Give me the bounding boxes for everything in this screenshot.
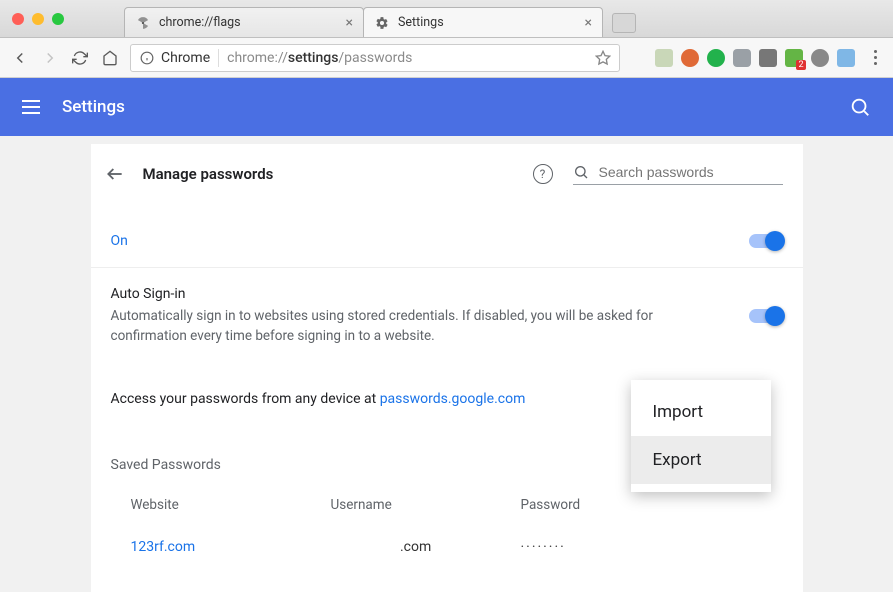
auto-signin-row: Auto Sign-in Automatically sign in to we… — [91, 267, 803, 365]
tab-title: chrome://flags — [159, 15, 241, 30]
search-passwords-field[interactable] — [573, 162, 783, 185]
extension-icon[interactable] — [655, 49, 673, 67]
radioactive-icon — [135, 15, 151, 31]
gear-icon — [374, 15, 390, 31]
content-area: Manage passwords ? On Auto Sign-in Autom… — [0, 136, 893, 592]
settings-card: Manage passwords ? On Auto Sign-in Autom… — [91, 144, 803, 592]
extension-icon[interactable] — [759, 49, 777, 67]
close-tab-icon[interactable]: × — [585, 15, 592, 31]
passwords-on-row: On — [91, 203, 803, 267]
row-website[interactable]: 123rf.com — [131, 539, 331, 555]
tab-title: Settings — [398, 15, 444, 30]
omnibox-path-prefix: chrome:// — [227, 50, 288, 66]
omnibox-path-bold: settings — [288, 50, 339, 66]
address-bar[interactable]: Chrome chrome://settings/passwords — [130, 44, 620, 72]
auto-signin-toggle[interactable] — [749, 309, 783, 323]
info-icon — [139, 50, 155, 66]
extension-icons — [655, 49, 883, 67]
search-passwords-input[interactable] — [599, 164, 783, 180]
col-password: Password — [521, 497, 783, 513]
extension-icon[interactable] — [837, 49, 855, 67]
back-arrow-icon[interactable] — [105, 164, 125, 184]
new-tab-button[interactable] — [612, 13, 636, 33]
row-password: ········ — [521, 539, 783, 555]
settings-search-button[interactable] — [849, 96, 871, 118]
extension-icon[interactable] — [811, 49, 829, 67]
search-icon — [573, 164, 589, 180]
page-title: Manage passwords — [143, 165, 274, 183]
help-icon[interactable]: ? — [533, 164, 553, 184]
access-text: Access your passwords from any device at — [111, 391, 380, 407]
close-window-button[interactable] — [12, 13, 24, 25]
passwords-google-link[interactable]: passwords.google.com — [380, 391, 526, 407]
export-menu-item[interactable]: Export — [631, 436, 771, 484]
window-titlebar: chrome://flags × Settings × — [0, 0, 893, 38]
back-button[interactable] — [10, 48, 30, 68]
home-button[interactable] — [100, 48, 120, 68]
row-username: xxxxxxxxxx.com — [331, 539, 521, 555]
col-username: Username — [331, 497, 521, 513]
traffic-lights — [0, 13, 64, 25]
browser-menu-button[interactable] — [867, 50, 883, 65]
menu-icon[interactable] — [22, 100, 40, 114]
passwords-toggle[interactable] — [749, 234, 783, 248]
minimize-window-button[interactable] — [32, 13, 44, 25]
tab-strip: chrome://flags × Settings × — [124, 0, 636, 37]
settings-header: Settings — [0, 78, 893, 136]
on-label: On — [111, 233, 128, 249]
browser-toolbar: Chrome chrome://settings/passwords — [0, 38, 893, 78]
close-tab-icon[interactable]: × — [346, 15, 353, 31]
extension-icon[interactable] — [707, 49, 725, 67]
extension-icon[interactable] — [733, 49, 751, 67]
password-table-row[interactable]: 123rf.com xxxxxxxxxx.com ········ — [91, 527, 803, 567]
import-export-menu: Import Export — [631, 380, 771, 492]
settings-title: Settings — [62, 97, 125, 117]
import-menu-item[interactable]: Import — [631, 388, 771, 436]
extension-icon[interactable] — [785, 49, 803, 67]
bookmark-star-icon[interactable] — [595, 50, 611, 66]
extension-icon[interactable] — [681, 49, 699, 67]
omnibox-separator — [218, 49, 219, 67]
browser-tab-settings[interactable]: Settings × — [363, 7, 603, 37]
col-website: Website — [131, 497, 331, 513]
forward-button[interactable] — [40, 48, 60, 68]
auto-signin-desc: Automatically sign in to websites using … — [111, 306, 671, 347]
maximize-window-button[interactable] — [52, 13, 64, 25]
browser-tab-flags[interactable]: chrome://flags × — [124, 7, 364, 37]
omnibox-host: Chrome — [161, 50, 210, 66]
reload-button[interactable] — [70, 48, 90, 68]
omnibox-path-suffix: /passwords — [338, 50, 412, 66]
auto-signin-title: Auto Sign-in — [111, 286, 671, 302]
card-header: Manage passwords ? — [91, 144, 803, 203]
